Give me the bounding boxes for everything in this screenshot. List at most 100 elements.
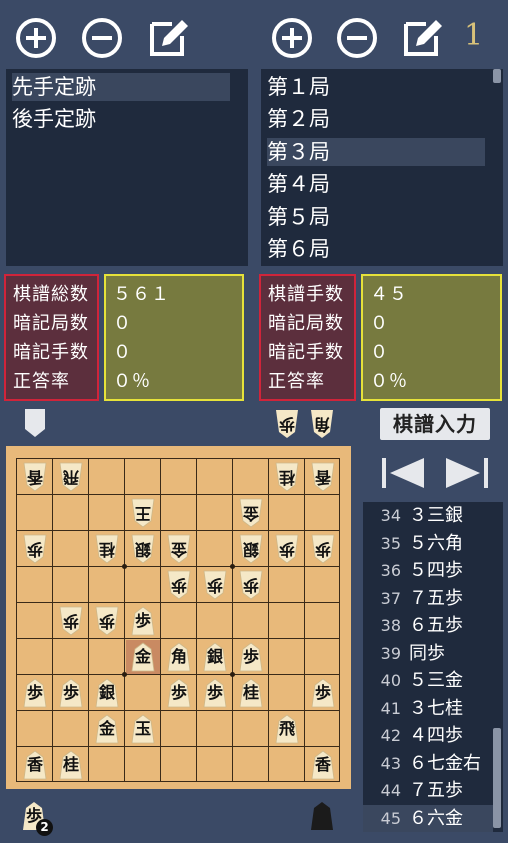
sente-piece[interactable]: 銀 <box>93 677 121 709</box>
gote-piece[interactable]: 香 <box>21 461 49 493</box>
sente-piece[interactable]: 歩 <box>201 677 229 709</box>
gote-piece[interactable]: 王 <box>129 497 157 529</box>
joseki-item-sente[interactable]: 先手定跡 <box>12 73 230 101</box>
sente-piece[interactable]: 香 <box>21 749 49 781</box>
game-item-6[interactable]: 第６局 <box>267 235 485 263</box>
game-item-4[interactable]: 第４局 <box>267 170 485 198</box>
move-item[interactable]: 39 同歩 <box>363 640 493 667</box>
sente-piece[interactable]: 桂 <box>237 677 265 709</box>
remove-joseki-button[interactable] <box>80 16 124 60</box>
add-joseki-button[interactable] <box>14 16 58 60</box>
plus-circle-icon <box>16 18 56 58</box>
minus-circle-icon <box>337 18 377 58</box>
move-item[interactable]: 37 ７五歩 <box>363 585 493 612</box>
board-grid[interactable]: 香飛桂香王金歩桂銀金銀歩歩歩歩歩歩歩歩金角銀歩歩歩銀歩歩桂歩金玉飛香桂香 <box>16 458 340 782</box>
piece-kanji: 歩 <box>207 576 224 595</box>
sente-piece[interactable]: 香 <box>309 749 337 781</box>
move-item[interactable]: 42 ４四歩 <box>363 722 493 749</box>
game-number: 1 <box>464 18 484 53</box>
gote-piece[interactable]: 歩 <box>201 569 229 601</box>
stats-left-values: ５６１ ０ ０ ０％ <box>104 274 244 401</box>
gote-piece[interactable]: 歩 <box>21 533 49 565</box>
gote-hand-pawn[interactable]: 歩 <box>273 408 301 440</box>
game-item-2[interactable]: 第２局 <box>267 105 485 133</box>
sente-piece[interactable]: 歩 <box>165 677 193 709</box>
gote-piece[interactable]: 金 <box>237 497 265 529</box>
prev-triangle-icon <box>382 458 424 488</box>
gote-piece[interactable]: 香 <box>309 461 337 493</box>
gote-piece[interactable]: 歩 <box>273 533 301 565</box>
piece-kanji: 歩 <box>63 612 80 631</box>
gote-piece[interactable]: 歩 <box>165 569 193 601</box>
move-item[interactable]: 36 ５四歩 <box>363 557 493 584</box>
remove-game-button[interactable] <box>335 16 379 60</box>
edit-joseki-button[interactable] <box>146 16 190 60</box>
piece-kanji: 銀 <box>243 540 260 559</box>
stat-value: ０％ <box>370 371 408 392</box>
move-item[interactable]: 35 ５六角 <box>363 530 493 557</box>
gote-piece[interactable]: 桂 <box>93 533 121 565</box>
next-move-button[interactable] <box>444 456 488 490</box>
sente-piece[interactable]: 歩 <box>237 641 265 673</box>
sente-piece[interactable]: 金 <box>93 713 121 745</box>
gote-piece[interactable]: 銀 <box>237 533 265 565</box>
move-text: ７五歩 <box>409 587 463 609</box>
gote-piece[interactable]: 銀 <box>129 533 157 565</box>
joseki-item-gote[interactable]: 後手定跡 <box>12 105 242 133</box>
stat-label: 暗記手数 <box>13 342 89 363</box>
edit-game-button[interactable] <box>400 16 444 60</box>
game-list[interactable]: 第１局 第２局 第３局 第４局 第５局 第６局 <box>261 69 503 266</box>
stat-label: 正答率 <box>13 371 70 392</box>
move-item[interactable]: 34 ３三銀 <box>363 502 493 529</box>
move-number: 43 <box>380 753 401 773</box>
move-item[interactable]: 40 ５三金 <box>363 667 493 694</box>
stats-right-values: ４５ ０ ０ ０％ <box>361 274 502 401</box>
move-item[interactable]: 41 ３七桂 <box>363 695 493 722</box>
stat-label: 正答率 <box>268 371 325 392</box>
game-item-1[interactable]: 第１局 <box>267 73 485 101</box>
gote-hand-bishop[interactable]: 角 <box>308 408 336 440</box>
sente-piece[interactable]: 歩 <box>21 677 49 709</box>
piece-kanji: 金 <box>98 719 115 738</box>
piece-kanji: 飛 <box>63 468 80 487</box>
game-item-3[interactable]: 第３局 <box>267 138 485 166</box>
joseki-list[interactable]: 先手定跡 後手定跡 <box>6 69 248 266</box>
sente-hand-pawn-count: 2 <box>36 819 53 836</box>
kifu-input-button[interactable]: 棋譜入力 <box>380 408 490 440</box>
sente-piece[interactable]: 歩 <box>309 677 337 709</box>
sente-piece[interactable]: 歩 <box>57 677 85 709</box>
move-text: ３七桂 <box>409 697 463 719</box>
sente-piece[interactable]: 飛 <box>273 713 301 745</box>
piece-kanji: 玉 <box>134 719 151 738</box>
sente-piece[interactable]: 歩 <box>129 605 157 637</box>
move-list-scrollbar[interactable] <box>493 728 501 828</box>
gote-piece[interactable]: 飛 <box>57 461 85 493</box>
move-item[interactable]: 38 ６五歩 <box>363 612 493 639</box>
gote-piece[interactable]: 桂 <box>273 461 301 493</box>
sente-piece[interactable]: 角 <box>165 641 193 673</box>
move-text: ７五歩 <box>409 780 463 801</box>
move-list[interactable]: 45 ６六金 44 ７五歩 43 ６七金右 42 ４四歩 41 ３七桂 40 ５三金 39 同歩 38 ６五歩… <box>363 502 503 832</box>
gote-piece[interactable]: 歩 <box>237 569 265 601</box>
sente-piece[interactable]: 桂 <box>57 749 85 781</box>
sente-piece[interactable]: 銀 <box>201 641 229 673</box>
piece-kanji: 桂 <box>242 683 259 702</box>
add-game-button[interactable] <box>270 16 314 60</box>
gote-piece[interactable]: 金 <box>165 533 193 565</box>
game-item-5[interactable]: 第５局 <box>267 203 485 231</box>
gote-piece[interactable]: 歩 <box>309 533 337 565</box>
prev-move-button[interactable] <box>382 456 426 490</box>
move-item[interactable]: 44 ７五歩 <box>363 777 493 804</box>
piece-kanji: 歩 <box>279 540 296 559</box>
move-item[interactable]: 45 ６六金 <box>363 804 493 832</box>
gote-piece[interactable]: 歩 <box>57 605 85 637</box>
sente-piece[interactable]: 玉 <box>129 713 157 745</box>
piece-kanji: 銀 <box>98 683 115 702</box>
stat-value: ４５ <box>370 284 408 305</box>
stat-value: ０％ <box>113 371 151 392</box>
stat-value: ５６１ <box>113 284 170 305</box>
sente-piece[interactable]: 金 <box>129 641 157 673</box>
move-item[interactable]: 43 ６七金右 <box>363 750 493 777</box>
gote-piece[interactable]: 歩 <box>93 605 121 637</box>
game-list-scrollbar[interactable] <box>493 69 501 83</box>
